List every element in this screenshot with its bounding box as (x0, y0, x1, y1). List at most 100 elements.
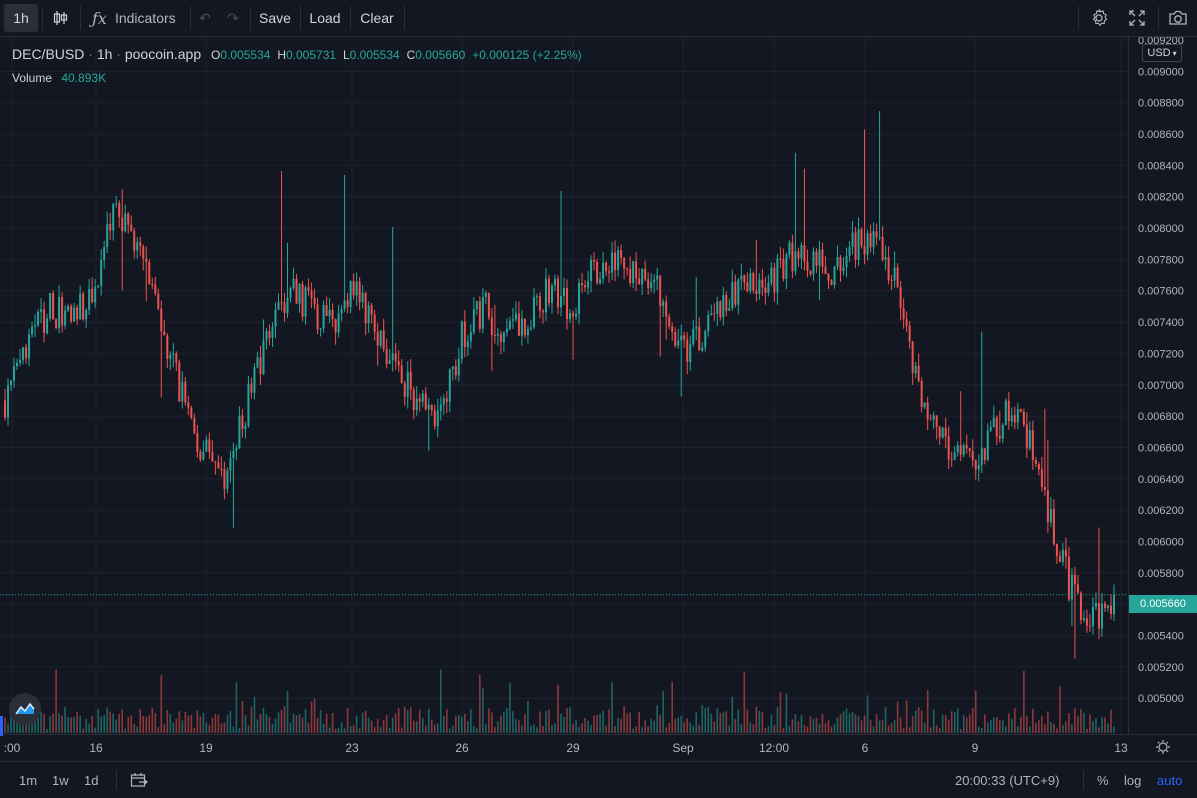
volume-bar (731, 696, 734, 733)
volume-bar (917, 707, 920, 733)
candle-body (187, 402, 190, 408)
volume-bar (587, 720, 589, 733)
redo-icon[interactable]: ↷ (222, 0, 244, 36)
volume-bar (599, 713, 601, 733)
volume-bar (860, 720, 863, 733)
volume-bar (509, 683, 511, 733)
volume-bar (503, 711, 505, 733)
volume-bar (349, 726, 352, 733)
auto-toggle[interactable]: auto (1157, 762, 1182, 798)
candle-body (923, 402, 926, 407)
candle-body (403, 383, 406, 397)
price-chart[interactable]: 0.0092000.0090000.0088000.0086000.008400… (0, 37, 1197, 761)
volume-bar (497, 721, 499, 733)
volume-bar (719, 713, 722, 733)
candle-body (190, 407, 193, 418)
volume-bar (761, 711, 764, 733)
high-value: 0.005731 (286, 48, 337, 62)
candle-body (331, 309, 334, 320)
clock-time[interactable]: 20:00:33 (UTC+9) (955, 762, 1059, 798)
candle-body (581, 283, 584, 286)
volume-bar (959, 728, 962, 733)
volume-bar (1038, 720, 1040, 733)
volume-bar (1089, 714, 1091, 733)
interval-button[interactable]: 1h (4, 4, 38, 32)
candle-body (439, 404, 442, 411)
volume-bar (301, 717, 304, 733)
volume-bar (7, 723, 9, 733)
volume-bar (79, 715, 81, 733)
camera-icon[interactable] (1162, 0, 1194, 36)
candle-body (232, 450, 235, 459)
candle-body (1052, 509, 1055, 545)
volume-bar (947, 719, 950, 733)
volume-bar (112, 713, 114, 733)
candle-body (364, 292, 367, 324)
candle-body (905, 319, 908, 326)
candle-body (211, 452, 214, 462)
chevron-down-icon: ▾ (1172, 48, 1177, 58)
volume-bar (764, 727, 767, 733)
candle-body (181, 381, 184, 402)
clear-button[interactable]: Clear (352, 0, 402, 36)
volume-bar (950, 711, 953, 733)
settings-gear-icon[interactable] (1084, 0, 1114, 36)
candle-body (698, 326, 701, 351)
price-tick-label: 0.007400 (1138, 317, 1184, 329)
candle-body (875, 231, 878, 238)
candle-body (286, 297, 289, 313)
candle-body (728, 308, 731, 311)
candle-body (376, 331, 379, 346)
candle-body (896, 267, 899, 288)
volume-bar (430, 719, 433, 733)
volume-bar (911, 716, 914, 733)
candle-body (767, 283, 770, 293)
range-1m[interactable]: 1m (19, 762, 37, 798)
volume-bar (899, 717, 902, 733)
candle-body (1076, 584, 1079, 593)
candle-body (1034, 460, 1037, 464)
volume-bar (824, 723, 827, 733)
candle-body (223, 468, 226, 489)
volume-bar (848, 713, 851, 733)
candle-body (587, 280, 590, 288)
volume-bar (461, 716, 463, 733)
percent-toggle[interactable]: % (1097, 762, 1109, 798)
goto-date-icon[interactable] (130, 762, 148, 798)
toolbar-divider (116, 770, 117, 790)
undo-icon[interactable]: ↶ (194, 0, 216, 36)
volume-bar (779, 692, 782, 733)
load-button[interactable]: Load (302, 0, 348, 36)
candle-body (55, 319, 58, 329)
price-tick-label: 0.008800 (1138, 98, 1184, 110)
range-1w[interactable]: 1w (52, 762, 69, 798)
volume-bar (641, 727, 643, 733)
range-1d[interactable]: 1d (84, 762, 98, 798)
volume-bar (728, 725, 731, 733)
volume-bar (214, 714, 217, 733)
volume-label: Volume (12, 71, 53, 85)
fullscreen-icon[interactable] (1122, 0, 1152, 36)
volume-bar (322, 723, 325, 733)
candle-body (271, 326, 274, 338)
low-value: 0.005534 (349, 48, 400, 62)
volume-bar (124, 728, 127, 733)
candle-style-icon[interactable] (46, 0, 74, 36)
volume-bar (647, 726, 649, 733)
symbol-name[interactable]: DEC/BUSD (12, 46, 84, 62)
tradingview-logo-icon[interactable] (9, 693, 41, 725)
candle-body (734, 281, 737, 305)
save-button[interactable]: Save (252, 0, 298, 36)
candle-body (202, 451, 205, 460)
volume-bar (542, 725, 544, 733)
log-toggle[interactable]: log (1124, 762, 1141, 798)
currency-select[interactable]: USD ▾ (1142, 44, 1182, 62)
volume-bar (746, 709, 749, 733)
candle-body (148, 262, 151, 285)
candle-body (1049, 509, 1052, 523)
candle-body (1097, 602, 1100, 629)
indicators-button[interactable]: ƒx Indicators (86, 0, 186, 36)
volume-bar (331, 713, 334, 733)
bottom-toolbar: 1m 1w 1d 20:00:33 (UTC+9) % log auto (0, 761, 1197, 797)
candle-body (301, 284, 304, 317)
